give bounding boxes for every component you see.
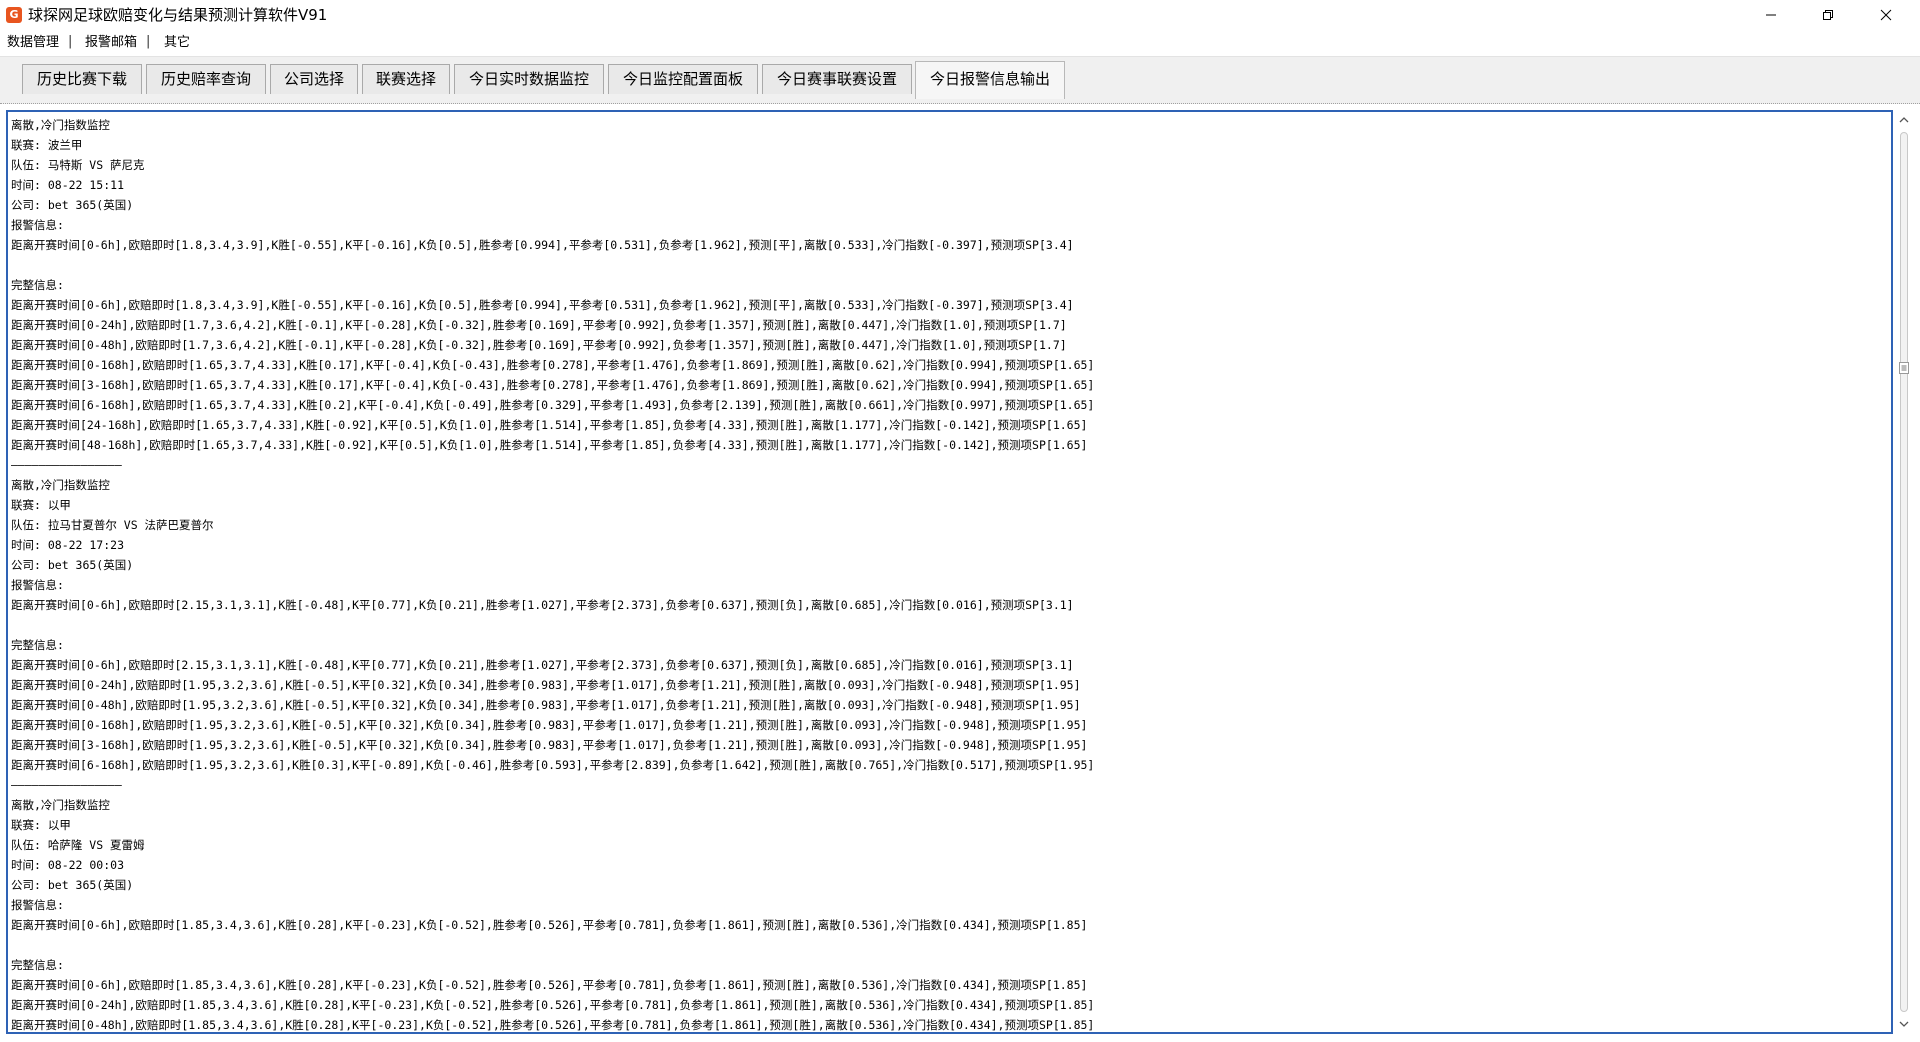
log-line: 距离开赛时间[6-168h],欧赔即时[1.95,3.2,3.6],K胜[0.3… [11,758,1095,772]
tab-monitor-config[interactable]: 今日监控配置面板 [608,64,758,94]
log-line: ———————————————— [11,778,122,792]
log-line: 距离开赛时间[0-24h],欧赔即时[1.85,3.4,3.6],K胜[0.28… [11,998,1095,1012]
restore-icon [1823,10,1833,20]
log-line: 时间: 08-22 17:23 [11,538,125,552]
menu-separator: | [68,34,73,49]
tab-league-select[interactable]: 联赛选择 [362,64,450,94]
log-line: 距离开赛时间[0-24h],欧赔即时[1.95,3.2,3.6],K胜[-0.5… [11,678,1081,692]
tab-league-settings[interactable]: 今日赛事联赛设置 [762,64,912,94]
log-line: 队伍: 马特斯 VS 萨尼克 [11,158,145,172]
log-line: 公司: bet 365(英国) [11,878,134,892]
log-line: 距离开赛时间[0-6h],欧赔即时[2.15,3.1,3.1],K胜[-0.48… [11,658,1074,672]
vertical-scrollbar[interactable] [1895,110,1913,1034]
log-line: 离散,冷门指数监控 [11,118,110,132]
menu-bar: 数据管理 | 报警邮箱 | 其它 [0,30,1920,56]
app-icon: G [6,7,22,23]
scroll-track[interactable] [1900,132,1908,1012]
tab-alert-output[interactable]: 今日报警信息输出 [915,61,1065,99]
log-line: 距离开赛时间[0-6h],欧赔即时[1.85,3.4,3.6],K胜[0.28]… [11,978,1088,992]
log-line: 离散,冷门指数监控 [11,478,110,492]
log-line: 距离开赛时间[0-6h],欧赔即时[1.85,3.4,3.6],K胜[0.28]… [11,918,1088,932]
log-line: 距离开赛时间[0-6h],欧赔即时[2.15,3.1,3.1],K胜[-0.48… [11,598,1074,612]
scroll-grip-icon[interactable] [1899,362,1909,374]
log-line: 距离开赛时间[0-6h],欧赔即时[1.8,3.4,3.9],K胜[-0.55]… [11,238,1074,252]
close-button[interactable] [1858,0,1914,30]
log-line: 距离开赛时间[0-6h],欧赔即时[1.8,3.4,3.9],K胜[-0.55]… [11,298,1074,312]
log-line: 时间: 08-22 15:11 [11,178,125,192]
log-line: 队伍: 哈萨隆 VS 夏雷姆 [11,838,145,852]
log-line: 队伍: 拉马甘夏普尔 VS 法萨巴夏普尔 [11,518,214,532]
log-line: 完整信息: [11,278,64,292]
window-title: 球探网足球欧赔变化与结果预测计算软件V91 [28,6,328,24]
log-line: 联赛: 以甲 [11,818,71,832]
minimize-button[interactable] [1743,0,1799,30]
scroll-up-icon[interactable] [1898,114,1910,126]
log-line: 联赛: 波兰甲 [11,138,83,152]
log-line: 距离开赛时间[0-168h],欧赔即时[1.65,3.7,4.33],K胜[0.… [11,358,1095,372]
log-line: 公司: bet 365(英国) [11,198,134,212]
menu-data-management[interactable]: 数据管理 [7,35,59,51]
log-line: 完整信息: [11,958,64,972]
minimize-icon [1766,14,1776,16]
log-line: 时间: 08-22 00:03 [11,858,125,872]
menu-alert-email[interactable]: 报警邮箱 [85,35,137,51]
log-line: 公司: bet 365(英国) [11,558,134,572]
log-line: 报警信息: [11,578,64,592]
log-line: 距离开赛时间[3-168h],欧赔即时[1.95,3.2,3.6],K胜[-0.… [11,738,1088,752]
close-icon [1880,9,1892,21]
log-line: 距离开赛时间[24-168h],欧赔即时[1.65,3.7,4.33],K胜[-… [11,418,1088,432]
log-line: 距离开赛时间[0-48h],欧赔即时[1.95,3.2,3.6],K胜[-0.5… [11,698,1081,712]
log-line: 报警信息: [11,898,64,912]
alert-output-textarea[interactable]: 离散,冷门指数监控 联赛: 波兰甲 队伍: 马特斯 VS 萨尼克 时间: 08-… [6,110,1893,1034]
log-line: 距离开赛时间[48-168h],欧赔即时[1.65,3.7,4.33],K胜[-… [11,438,1088,452]
log-line: 联赛: 以甲 [11,498,71,512]
scroll-down-icon[interactable] [1898,1018,1910,1030]
tab-company-select[interactable]: 公司选择 [270,64,358,94]
tab-history-odds-query[interactable]: 历史赔率查询 [146,64,266,94]
restore-button[interactable] [1800,0,1856,30]
log-line: 距离开赛时间[0-48h],欧赔即时[1.85,3.4,3.6],K胜[0.28… [11,1018,1095,1032]
log-line: 距离开赛时间[0-168h],欧赔即时[1.95,3.2,3.6],K胜[-0.… [11,718,1088,732]
log-line: 距离开赛时间[0-24h],欧赔即时[1.7,3.6,4.2],K胜[-0.1]… [11,318,1067,332]
log-line: 离散,冷门指数监控 [11,798,110,812]
log-line: 完整信息: [11,638,64,652]
alert-log: 离散,冷门指数监控 联赛: 波兰甲 队伍: 马特斯 VS 萨尼克 时间: 08-… [11,115,1095,1032]
menu-other[interactable]: 其它 [164,35,190,51]
title-bar: G 球探网足球欧赔变化与结果预测计算软件V91 [0,0,1920,30]
log-line: 距离开赛时间[3-168h],欧赔即时[1.65,3.7,4.33],K胜[0.… [11,378,1095,392]
menu-separator: | [146,34,151,49]
log-line: ———————————————— [11,458,122,472]
log-line: 距离开赛时间[0-48h],欧赔即时[1.7,3.6,4.2],K胜[-0.1]… [11,338,1067,352]
tab-realtime-monitor[interactable]: 今日实时数据监控 [454,64,604,94]
log-line: 距离开赛时间[6-168h],欧赔即时[1.65,3.7,4.33],K胜[0.… [11,398,1095,412]
tab-history-match-download[interactable]: 历史比赛下载 [22,64,142,94]
log-line: 报警信息: [11,218,64,232]
tab-bar: 历史比赛下载 历史赔率查询 公司选择 联赛选择 今日实时数据监控 今日监控配置面… [0,56,1920,104]
